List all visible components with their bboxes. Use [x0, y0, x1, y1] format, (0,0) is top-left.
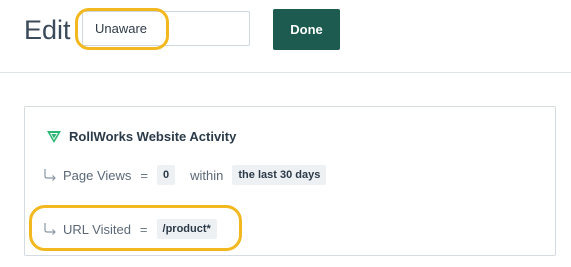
header: Edit Done: [0, 0, 571, 72]
rule-qualifier: within: [190, 167, 224, 183]
source-header: RollWorks Website Activity: [47, 127, 236, 145]
rule-field: Page Views: [63, 167, 132, 183]
rule-field: URL Visited: [63, 221, 131, 237]
rule-timeframe-chip[interactable]: the last 30 days: [232, 165, 327, 185]
rule-operator: =: [140, 167, 149, 183]
source-title: RollWorks Website Activity: [69, 128, 237, 144]
criteria-card: RollWorks Website Activity Page Views = …: [24, 106, 556, 256]
corner-arrow-icon: [43, 168, 57, 182]
corner-arrow-icon: [43, 222, 57, 236]
rule-operator: =: [139, 221, 148, 237]
rule-row-url-visited[interactable]: URL Visited = /product*: [43, 218, 217, 240]
rule-value-chip[interactable]: 0: [157, 165, 176, 185]
rollworks-logo-icon: [47, 130, 61, 143]
page-title: Edit: [24, 15, 71, 45]
rule-value-chip[interactable]: /product*: [156, 219, 217, 239]
rule-row-page-views[interactable]: Page Views = 0 within the last 30 days: [43, 164, 327, 186]
header-divider: [0, 72, 571, 73]
segment-name-input[interactable]: [82, 11, 250, 46]
done-button[interactable]: Done: [273, 9, 340, 50]
